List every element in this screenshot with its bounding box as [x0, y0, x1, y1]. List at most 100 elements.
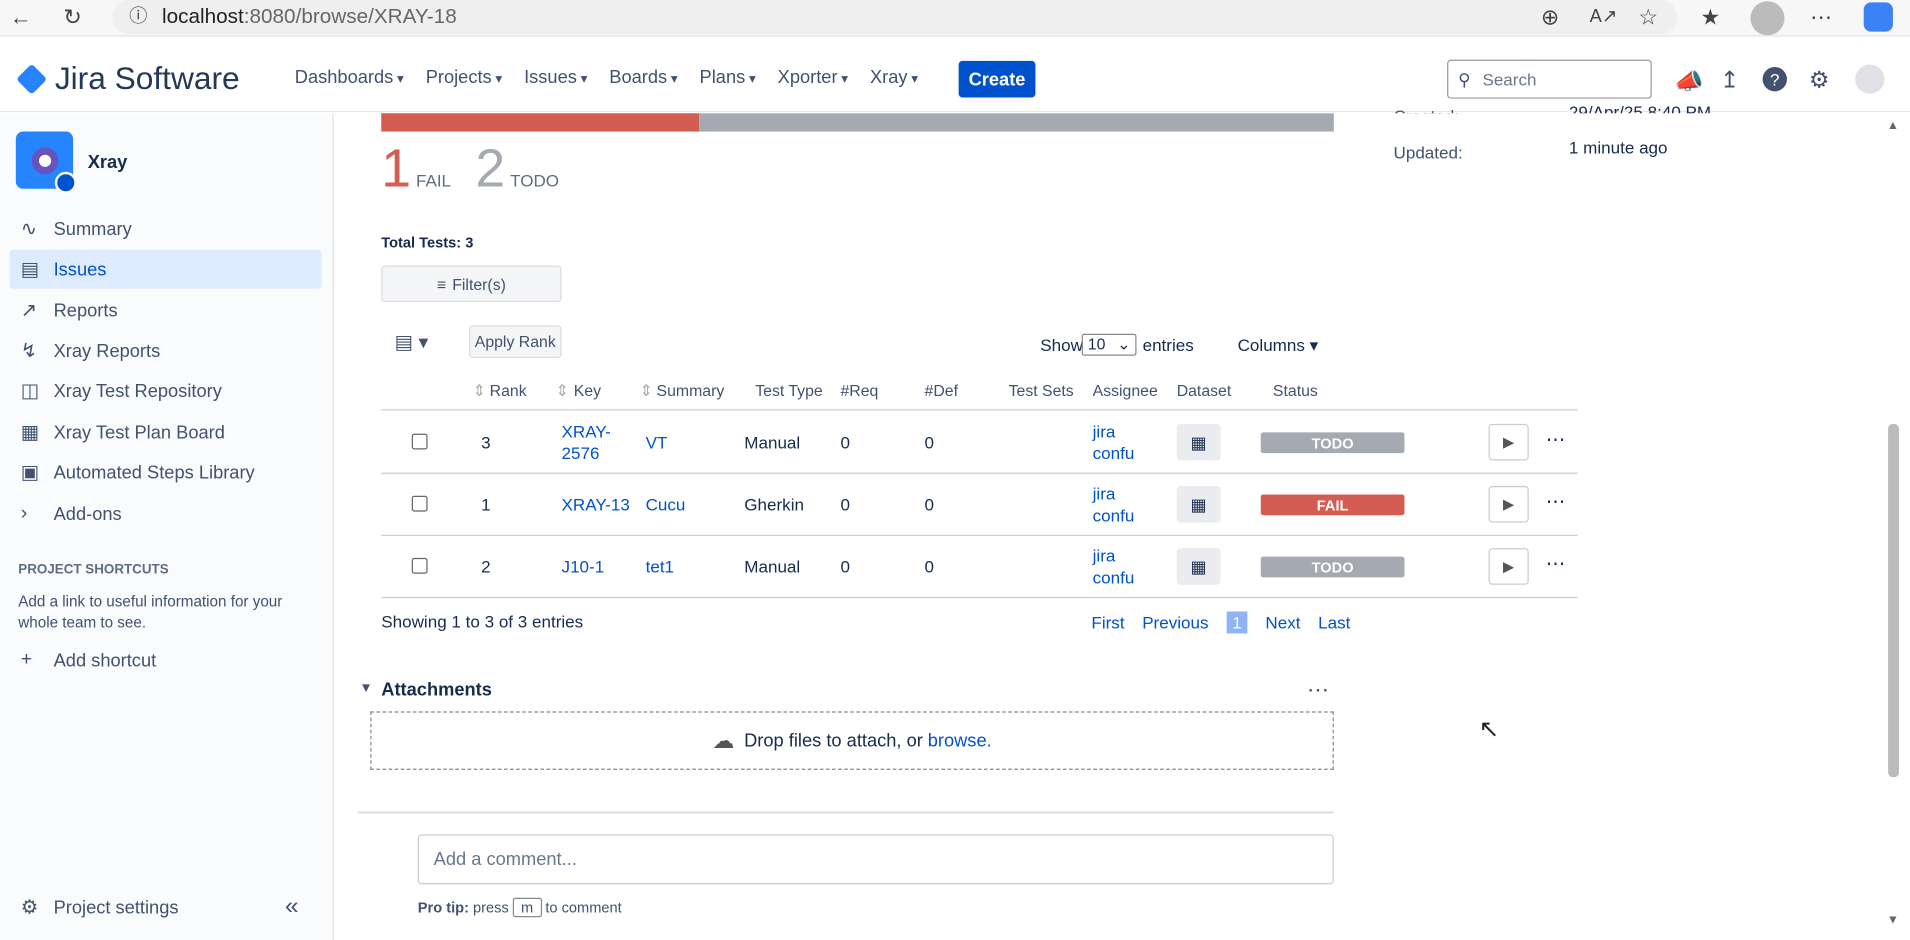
back-icon[interactable]: ← [10, 0, 32, 34]
copilot-icon[interactable] [1863, 2, 1893, 32]
row-more-icon[interactable]: ⋯ [1546, 552, 1565, 576]
filter-button[interactable]: ≡ Filter(s) [381, 265, 562, 303]
create-button[interactable]: Create [958, 60, 1036, 98]
issue-key-link[interactable]: XRAY- [562, 421, 611, 440]
sidebar-item-reports[interactable]: ↗ Reports [10, 291, 322, 330]
pager-next[interactable]: Next [1265, 613, 1300, 632]
summary-link[interactable]: Cucu [646, 495, 686, 514]
apply-rank-button[interactable]: Apply Rank [468, 325, 562, 359]
pager-last[interactable]: Last [1318, 613, 1350, 632]
scrollbar-thumb[interactable] [1888, 423, 1900, 778]
favorite-star-icon[interactable]: ☆ [1638, 0, 1658, 34]
summary-link[interactable]: VT [646, 432, 668, 451]
sidebar-item-issues[interactable]: ▤ Issues [9, 249, 322, 289]
plus-icon: + [20, 649, 33, 670]
col-assignee[interactable]: Assignee [1093, 381, 1158, 399]
page-scrollbar[interactable] [1886, 116, 1901, 932]
pager-first[interactable]: First [1091, 613, 1124, 632]
nav-plans[interactable]: Plans [700, 67, 756, 88]
sidebar-item-add-ons[interactable]: › Add-ons [10, 495, 322, 534]
nav-boards[interactable]: Boards [609, 67, 677, 88]
browse-link[interactable]: browse. [928, 730, 992, 751]
rank-cell: 1 [481, 494, 491, 515]
sidebar-item-steps-library[interactable]: ▣ Automated Steps Library [10, 453, 322, 492]
col-summary[interactable]: Summary [657, 381, 725, 399]
upload-icon[interactable]: ↥ [1720, 67, 1739, 95]
issue-key-link[interactable]: J10-1 [562, 557, 605, 576]
announcement-icon[interactable]: 📣 [1675, 67, 1704, 96]
run-play-icon[interactable]: ▶ [1488, 486, 1529, 523]
avatar[interactable] [1855, 64, 1885, 94]
assignee-link[interactable]: jira [1093, 421, 1116, 440]
col-key[interactable]: Key [574, 381, 601, 399]
col-rank[interactable]: Rank [490, 381, 527, 399]
sidebar-item-test-plan-board[interactable]: ▦ Xray Test Plan Board [10, 413, 322, 452]
row-checkbox[interactable] [411, 495, 428, 512]
sidebar-item-xray-reports[interactable]: ↯ Xray Reports [10, 331, 322, 370]
pager-previous[interactable]: Previous [1142, 613, 1208, 632]
jira-logo[interactable]: Jira Software [16, 60, 240, 98]
details-clip [1339, 113, 1886, 126]
row-checkbox[interactable] [411, 557, 428, 574]
help-icon[interactable]: ? [1762, 66, 1787, 92]
row-checkbox[interactable] [411, 433, 428, 450]
col-test-sets[interactable]: Test Sets [1009, 381, 1074, 399]
search-input[interactable]: Search [1447, 59, 1652, 99]
nav-issues[interactable]: Issues [524, 67, 587, 88]
issue-key-link[interactable]: XRAY-13 [562, 495, 630, 514]
nav-dashboards[interactable]: Dashboards [295, 67, 404, 88]
gear-icon[interactable]: ⚙ [1809, 67, 1830, 95]
row-more-icon[interactable]: ⋯ [1546, 490, 1565, 514]
collapse-chevron-icon[interactable]: ▼ [359, 681, 372, 696]
col-req[interactable]: #Req [840, 381, 878, 399]
sidebar-item-summary[interactable]: ∿ Summary [10, 210, 322, 249]
comment-input[interactable]: Add a comment... [417, 834, 1334, 885]
def-cell: 0 [924, 556, 935, 577]
nav-xray[interactable]: Xray [870, 67, 918, 88]
project-settings-link[interactable]: ⚙ Project settings [10, 888, 322, 927]
collapse-sidebar-icon[interactable]: « [285, 893, 299, 921]
status-badge: TODO [1260, 556, 1405, 578]
zoom-out-icon[interactable]: ⊕ [1541, 0, 1559, 34]
req-cell: 0 [840, 432, 850, 452]
summary-link[interactable]: tet1 [646, 557, 674, 576]
more-icon[interactable]: ⋯ [1810, 0, 1832, 34]
issue-key-link-cont[interactable]: 2576 [562, 443, 600, 462]
read-aloud-icon[interactable]: A↗ [1590, 0, 1618, 34]
pager-current[interactable]: 1 [1226, 611, 1248, 634]
scroll-down-icon[interactable]: ▼ [1887, 914, 1899, 927]
col-dataset[interactable]: Dataset [1177, 381, 1232, 399]
nav-xporter[interactable]: Xporter [778, 67, 848, 88]
columns-button[interactable]: Columns ▾ [1238, 335, 1319, 356]
dataset-table-icon[interactable]: ▦ [1176, 486, 1221, 523]
col-status[interactable]: Status [1273, 381, 1318, 399]
assignee-link-cont[interactable]: confu [1093, 568, 1135, 587]
entries-select[interactable]: 10 ⌄ [1081, 333, 1137, 356]
info-icon[interactable]: ⓘ [129, 0, 147, 34]
col-test-type[interactable]: Test Type [755, 381, 822, 399]
row-more-icon[interactable]: ⋯ [1546, 428, 1565, 452]
attachment-dropzone[interactable]: ☁ Drop files to attach, or browse. [370, 711, 1334, 770]
profile-icon[interactable] [1750, 1, 1785, 36]
updated-label: Updated: [1393, 142, 1463, 163]
assignee-link-cont[interactable]: confu [1093, 443, 1135, 462]
assignee-link[interactable]: jira [1093, 484, 1116, 503]
attachments-more-icon[interactable]: ⋯ [1307, 677, 1329, 703]
assignee-link-cont[interactable]: confu [1093, 506, 1135, 525]
column-view-icon[interactable]: ▤ ▾ [395, 330, 429, 354]
url-text[interactable]: localhost:8080/browse/XRAY-18 [162, 5, 457, 29]
assignee-link[interactable]: jira [1093, 546, 1116, 565]
reload-icon[interactable]: ↻ [63, 0, 81, 34]
favorites-icon[interactable]: ★ [1700, 0, 1720, 34]
project-type-icon [54, 171, 77, 194]
run-play-icon[interactable]: ▶ [1488, 423, 1529, 461]
dataset-table-icon[interactable]: ▦ [1176, 423, 1221, 461]
table-row: 1 XRAY-13 Cucu Gherkin 0 0 jira confu ▦ … [381, 474, 1578, 536]
dataset-table-icon[interactable]: ▦ [1176, 548, 1221, 585]
col-def[interactable]: #Def [925, 381, 958, 399]
nav-projects[interactable]: Projects [426, 67, 502, 88]
sidebar-item-test-repository[interactable]: ◫ Xray Test Repository [10, 372, 322, 411]
scroll-up-icon[interactable]: ▲ [1887, 119, 1899, 132]
run-play-icon[interactable]: ▶ [1488, 548, 1529, 585]
add-shortcut-link[interactable]: + Add shortcut [10, 641, 322, 680]
